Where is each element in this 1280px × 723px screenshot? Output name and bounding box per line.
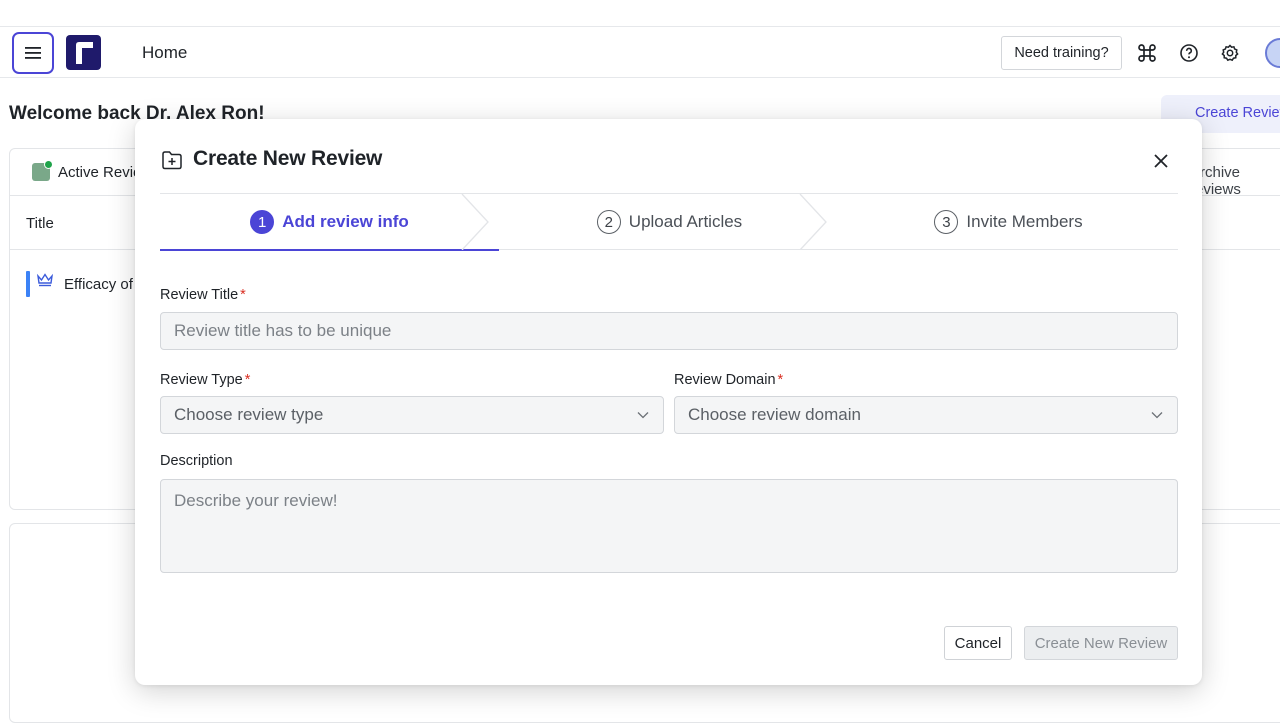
review-type-placeholder: Choose review type [174, 405, 324, 424]
column-header-title: Title [26, 215, 54, 232]
review-type-select[interactable]: Choose review type [160, 396, 664, 434]
step-separator [799, 194, 827, 250]
menu-button[interactable] [12, 32, 54, 74]
create-new-review-button[interactable]: Create New Review [1024, 626, 1178, 660]
command-icon[interactable] [1135, 41, 1159, 65]
app-logo[interactable] [66, 35, 101, 70]
review-domain-label: Review Domain * [674, 372, 783, 388]
review-domain-select[interactable]: Choose review domain [674, 396, 1178, 434]
review-type-label: Review Type * [160, 372, 250, 388]
required-mark: * [240, 287, 246, 303]
modal-title: Create New Review [193, 147, 383, 170]
app-header: Home Need training? [0, 26, 1280, 78]
tab-archive-reviews[interactable]: Archive reviews [1190, 164, 1280, 198]
chevron-down-icon [1151, 412, 1163, 419]
review-domain-placeholder: Choose review domain [688, 405, 861, 424]
step-number: 2 [596, 210, 621, 234]
step-number: 3 [934, 210, 959, 234]
menu-icon [25, 47, 41, 59]
table-row-title[interactable]: Efficacy of [64, 276, 133, 293]
need-training-button[interactable]: Need training? [1001, 36, 1122, 70]
review-title-label-text: Review Title [160, 287, 239, 303]
crown-icon [36, 272, 54, 293]
step-number: 1 [250, 210, 275, 234]
step-label: Upload Articles [628, 212, 743, 231]
step-separator [461, 194, 489, 250]
required-mark: * [244, 372, 251, 388]
step-invite-members[interactable]: 3 Invite Members [839, 194, 1178, 250]
step-add-review-info[interactable]: 1 Add review info [160, 194, 499, 251]
review-title-input[interactable]: Review title has to be unique [160, 312, 1178, 350]
review-title-label: Review Title * [160, 287, 246, 303]
step-label: Invite Members [966, 212, 1083, 231]
step-label: Add review info [282, 212, 409, 231]
stepper: 1 Add review info 2 Upload Articles 3 In… [160, 193, 1178, 251]
user-avatar[interactable] [1265, 38, 1280, 68]
create-review-modal: Create New Review 1 Add review info 2 Up… [135, 119, 1202, 685]
breadcrumb-home[interactable]: Home [142, 43, 187, 63]
active-reviews-icon [32, 160, 53, 181]
active-step-underline [160, 249, 499, 251]
cancel-button[interactable]: Cancel [944, 626, 1012, 660]
description-textarea[interactable]: Describe your review! [160, 479, 1178, 573]
chevron-down-icon [637, 412, 649, 419]
help-icon[interactable] [1177, 41, 1201, 65]
top-gap [0, 0, 1280, 26]
review-domain-label-text: Review Domain [674, 372, 776, 388]
close-icon[interactable] [1150, 150, 1172, 172]
row-indicator [26, 271, 30, 297]
folder-plus-icon [160, 148, 184, 172]
description-label: Description [160, 453, 233, 469]
step-upload-articles[interactable]: 2 Upload Articles [500, 194, 839, 250]
settings-icon[interactable] [1218, 41, 1242, 65]
required-mark: * [777, 372, 784, 388]
review-type-label-text: Review Type [160, 372, 243, 388]
